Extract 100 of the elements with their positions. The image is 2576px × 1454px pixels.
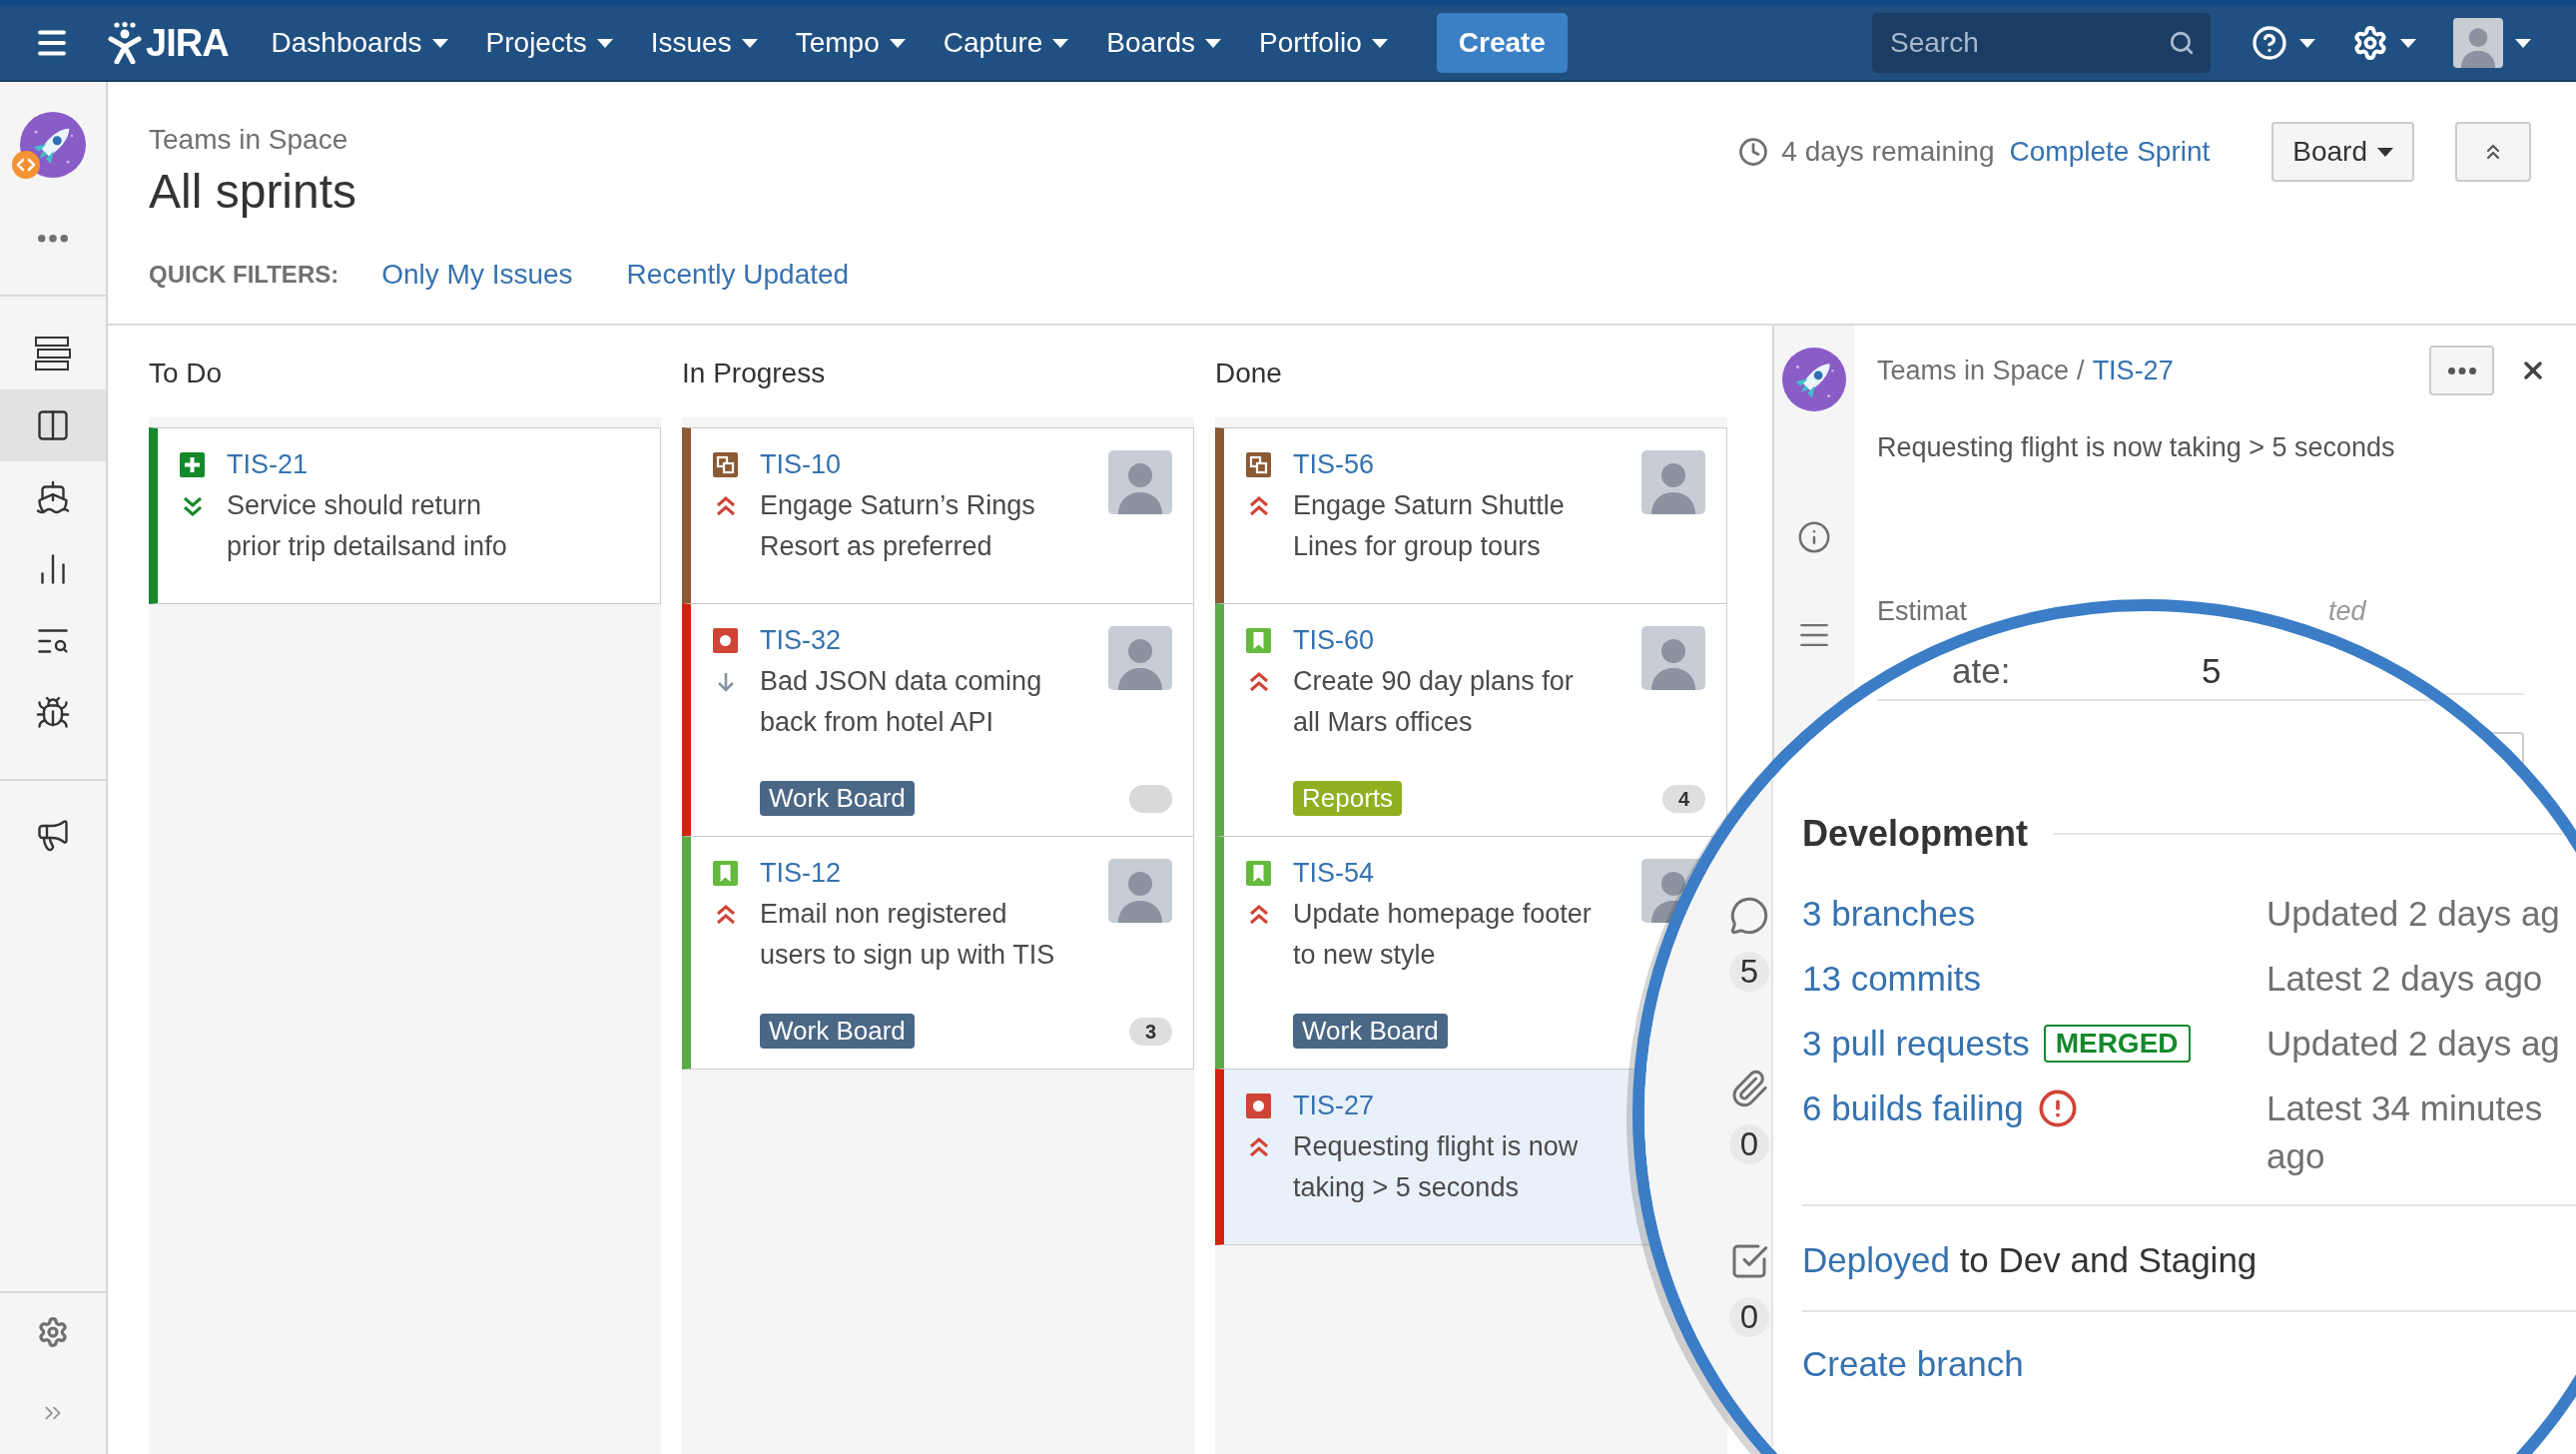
- issue-key-link[interactable]: TIS-12: [760, 853, 842, 894]
- quick-filter-link[interactable]: Only My Issues: [381, 259, 573, 291]
- caret-icon: [889, 38, 906, 48]
- issue-key-link[interactable]: TIS-27: [1293, 1086, 1375, 1126]
- nav-menu[interactable]: Issues: [650, 27, 758, 59]
- field-value: 5: [2202, 653, 2222, 689]
- issue-summary: Engage Saturn’s Rings Resort as preferred: [760, 489, 1036, 563]
- issue-key-link[interactable]: TIS-32: [760, 620, 842, 661]
- caret-icon: [431, 38, 448, 48]
- development-detail: Latest 2 days ago: [2266, 958, 2543, 1000]
- field-label: Estimat: [1877, 595, 1968, 628]
- complete-sprint-link[interactable]: Complete Sprint: [2009, 136, 2211, 168]
- project-avatar-icon[interactable]: [1782, 348, 1846, 411]
- issue-card[interactable]: TIS-56 Engage Saturn Shuttle Lines for group tours: [1215, 427, 1727, 604]
- search-field[interactable]: Search: [1872, 13, 2211, 73]
- issue-summary: Update homepage footer to new style: [1293, 898, 1593, 972]
- more-icon[interactable]: [38, 235, 68, 243]
- epic-label: Work Board: [760, 781, 915, 816]
- double-chevron-up-icon: [1247, 495, 1270, 517]
- bookmark-icon: [713, 861, 738, 886]
- create-branch-link[interactable]: Create branch: [1802, 1340, 2024, 1388]
- issue-key-link[interactable]: TIS-60: [1293, 620, 1375, 661]
- issue-card[interactable]: TIS-32 Bad JSON data coming back from hotel API Work Board: [682, 603, 1194, 837]
- double-chevron-up-icon: [714, 904, 737, 926]
- help-icon[interactable]: [2252, 25, 2287, 61]
- nav-menu[interactable]: Dashboards: [271, 27, 448, 59]
- development-link[interactable]: 6 builds failing: [1802, 1085, 2024, 1132]
- issue-summary: Requesting flight is now taking > 5 seconds: [1293, 1130, 1580, 1204]
- column-title: Done: [1215, 357, 1282, 390]
- development-link[interactable]: 3 branches: [1802, 890, 1976, 938]
- sidebar-item[interactable]: [0, 389, 106, 461]
- nav-menu[interactable]: Portfolio: [1259, 27, 1388, 59]
- dot-square-icon: [713, 628, 738, 653]
- overlapping-squares-icon: [1246, 452, 1271, 477]
- settings-icon[interactable]: [37, 1316, 69, 1348]
- deployed-link[interactable]: Deployed: [1802, 1240, 1950, 1279]
- field-value: ted: [2328, 595, 2366, 628]
- board-view-button[interactable]: Board: [2271, 122, 2414, 182]
- issue-card[interactable]: TIS-10 Engage Saturn’s Rings Resort as preferred: [682, 427, 1194, 604]
- issue-summary: Bad JSON data coming back from hotel API: [760, 665, 1043, 739]
- caret-icon: [1371, 38, 1388, 48]
- issue-summary: Email non registered users to sign up with TIS: [760, 898, 1056, 972]
- paperclip-icon[interactable]: [1729, 1069, 1769, 1108]
- logo-icon[interactable]: [108, 22, 142, 64]
- nav-menu[interactable]: Tempo: [795, 27, 906, 59]
- double-chevron-up-icon: [1247, 904, 1270, 926]
- plus-square-icon: [180, 452, 205, 477]
- settings-icon[interactable]: [2352, 25, 2388, 61]
- quick-filters-label: QUICK FILTERS:: [149, 261, 339, 289]
- field-label: ate:: [1952, 653, 2011, 689]
- caret-icon: [2515, 38, 2531, 48]
- caret-icon: [596, 38, 613, 48]
- sprint-remaining-text: 4 days remaining: [1781, 136, 1995, 168]
- issue-summary: Create 90 day plans for all Mars offices: [1293, 665, 1575, 739]
- issue-key-link[interactable]: TIS-27: [2092, 355, 2174, 386]
- ship-icon: [35, 479, 71, 515]
- megaphone-icon: [35, 817, 71, 853]
- bookmark-icon: [1246, 861, 1271, 886]
- clock-icon: [1738, 137, 1769, 167]
- quick-filter-link[interactable]: Recently Updated: [626, 259, 850, 291]
- double-chevron-down-icon: [181, 495, 204, 517]
- nav-menu[interactable]: Boards: [1106, 27, 1222, 59]
- epic-label: Reports: [1293, 781, 1403, 816]
- logo-text[interactable]: JIRA: [146, 21, 229, 65]
- bug-icon: [35, 695, 71, 731]
- epic-label: Work Board: [1293, 1014, 1448, 1049]
- double-chevron-up-icon: [714, 495, 737, 517]
- development-detail: Updated 2 days ag: [2266, 893, 2560, 935]
- search-icon: [2169, 30, 2195, 56]
- breadcrumb-project[interactable]: Teams in Space: [1877, 355, 2070, 386]
- issue-key-link[interactable]: TIS-56: [1293, 444, 1375, 485]
- issue-key-link[interactable]: TIS-54: [1293, 853, 1375, 894]
- estimate-badge: [1129, 784, 1172, 813]
- dot-square-icon: [1246, 1093, 1271, 1118]
- development-link[interactable]: 13 commits: [1802, 955, 1981, 1003]
- issue-key-link[interactable]: TIS-10: [760, 444, 842, 485]
- count-badge: 0: [1729, 1297, 1769, 1337]
- create-button[interactable]: Create: [1436, 13, 1568, 73]
- caret-icon: [2299, 38, 2315, 48]
- estimate-badge: 3: [1129, 1017, 1172, 1046]
- column-title: To Do: [149, 357, 223, 390]
- issue-key-link[interactable]: TIS-21: [227, 444, 309, 485]
- speech-bubble-icon[interactable]: [1729, 896, 1769, 936]
- columns-icon: [35, 407, 71, 443]
- development-link[interactable]: 3 pull requests: [1802, 1020, 2030, 1068]
- issue-card[interactable]: TIS-60 Create 90 day plans for all Mars offices Reports 4: [1215, 603, 1727, 837]
- project-name[interactable]: Teams in Space: [149, 120, 357, 160]
- deployment-text: Deployed to Dev and Staging: [1802, 1239, 2257, 1281]
- nav-menu[interactable]: Capture: [943, 27, 1069, 59]
- count-badge: 0: [1729, 1124, 1769, 1164]
- issue-summary-text: Requesting flight is now taking > 5 seconds: [1877, 431, 2396, 464]
- caret-icon: [741, 38, 758, 48]
- info-icon[interactable]: [1797, 520, 1831, 554]
- page-title: All sprints: [149, 164, 357, 220]
- development-detail: Updated 2 days ag: [2266, 1023, 2560, 1065]
- development-detail: Latest 34 minutes ago: [2266, 1088, 2544, 1177]
- more-button[interactable]: [2429, 346, 2494, 395]
- issue-card[interactable]: TIS-21 Service should return prior trip detailsand info: [149, 427, 661, 604]
- nav-menu[interactable]: Projects: [485, 27, 613, 59]
- issue-card[interactable]: TIS-12 Email non registered users to sign up with TIS Work Board 3: [682, 836, 1194, 1070]
